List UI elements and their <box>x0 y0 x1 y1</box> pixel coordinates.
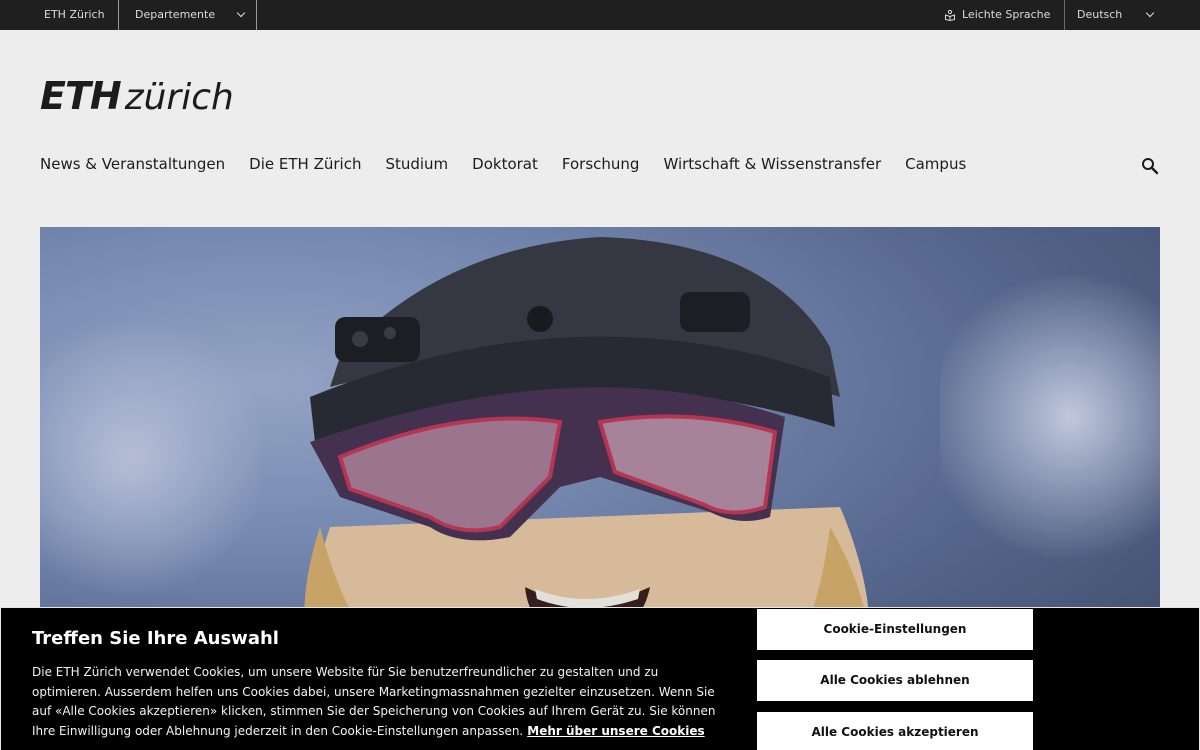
cookie-description: Die ETH Zürich verwendet Cookies, um uns… <box>32 663 722 741</box>
reject-all-cookies-button[interactable]: Alle Cookies ablehnen <box>757 660 1033 701</box>
divider <box>256 0 257 30</box>
more-about-cookies-link[interactable]: Mehr über unsere Cookies <box>527 724 704 738</box>
chevron-down-icon <box>236 8 246 18</box>
cookie-title: Treffen Sie Ihre Auswahl <box>32 628 279 649</box>
top-utility-bar: ETH Zürich Departemente Leichte Sprache … <box>0 0 1200 30</box>
easy-language-link[interactable]: Leichte Sprache <box>944 0 1050 30</box>
departments-label: Departemente <box>135 8 216 21</box>
language-label: Deutsch <box>1077 8 1123 21</box>
cookie-settings-button[interactable]: Cookie-Einstellungen <box>757 609 1033 650</box>
easy-language-icon <box>945 9 955 21</box>
language-dropdown[interactable]: Deutsch <box>1065 0 1165 30</box>
cookie-banner: Treffen Sie Ihre Auswahl Die ETH Zürich … <box>0 607 1200 750</box>
accept-all-cookies-button[interactable]: Alle Cookies akzeptieren <box>757 712 1033 750</box>
departments-dropdown[interactable]: Departemente <box>119 0 256 30</box>
eth-home-link[interactable]: ETH Zürich <box>44 0 105 30</box>
chevron-down-icon <box>1145 8 1155 18</box>
easy-language-label: Leichte Sprache <box>962 8 1051 21</box>
